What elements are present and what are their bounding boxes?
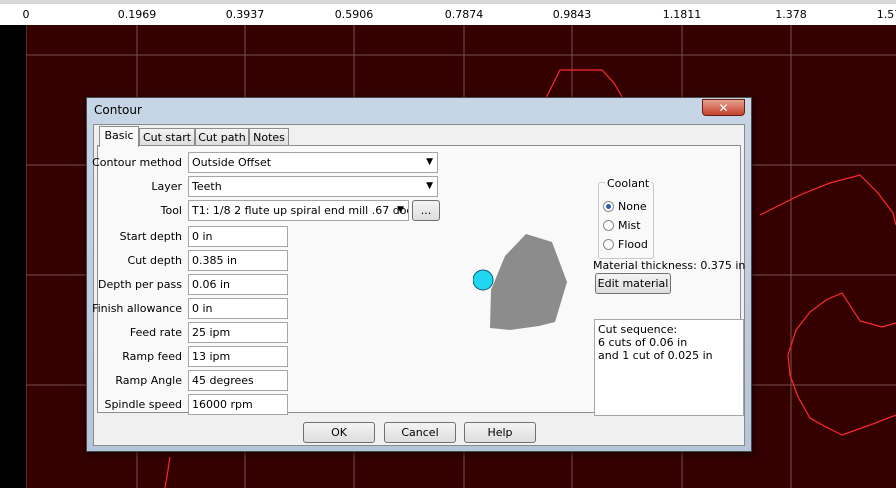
start-depth-label: Start depth xyxy=(119,230,182,243)
coolant-mist-label: Mist xyxy=(618,219,641,232)
chevron-down-icon: ▼ xyxy=(426,181,433,191)
coolant-group: Coolant None Mist Flood xyxy=(598,177,654,259)
cut-depth-input[interactable]: 0.385 in xyxy=(188,250,288,271)
radio-unselected-icon xyxy=(603,239,614,250)
ruler-tick: 0.1969 xyxy=(117,8,157,21)
ramp-angle-input[interactable]: 45 degrees xyxy=(188,370,288,391)
layer-value: Teeth xyxy=(192,180,222,193)
ruler-tick: 0.9843 xyxy=(552,8,592,21)
depth-per-pass-input[interactable]: 0.06 in xyxy=(188,274,288,295)
spindle-speed-label: Spindle speed xyxy=(104,398,182,411)
finish-allowance-label: Finish allowance xyxy=(92,302,182,315)
contour-method-label: Contour method xyxy=(92,156,182,169)
cut-sequence-line: and 1 cut of 0.025 in xyxy=(598,349,713,362)
ruler-top-strip xyxy=(0,0,896,4)
layer-label: Layer xyxy=(151,180,182,193)
tab-notes[interactable]: Notes xyxy=(249,128,289,146)
ruler-tick: 1.378 xyxy=(775,8,807,21)
tool-marker-icon xyxy=(473,269,494,291)
cancel-button[interactable]: Cancel xyxy=(384,422,456,443)
radio-unselected-icon xyxy=(603,220,614,231)
ramp-feed-label: Ramp feed xyxy=(122,350,182,363)
toolpath-preview xyxy=(473,234,567,330)
toolpath-bottom-left[interactable] xyxy=(164,456,171,488)
material-thickness-text: Material thickness: 0.375 in xyxy=(593,259,746,272)
tool-label: Tool xyxy=(160,204,182,217)
contour-method-value: Outside Offset xyxy=(192,156,272,169)
coolant-flood-radio[interactable]: Flood xyxy=(603,238,648,251)
finish-allowance-input[interactable]: 0 in xyxy=(188,298,288,319)
ok-button[interactable]: OK xyxy=(303,422,375,443)
ruler-tick: 0.3937 xyxy=(225,8,265,21)
ruler-tick: 1.1811 xyxy=(662,8,702,21)
dialog-titlebar[interactable]: Contour ✕ xyxy=(87,98,751,122)
start-depth-input[interactable]: 0 in xyxy=(188,226,288,247)
tool-select[interactable]: T1: 1/8 2 flute up spiral end mill .67 d… xyxy=(188,200,409,221)
chevron-down-icon: ▼ xyxy=(397,205,404,215)
feed-rate-input[interactable]: 25 ipm xyxy=(188,322,288,343)
ruler-tick: 1.57 xyxy=(876,8,896,21)
cut-depth-label: Cut depth xyxy=(127,254,182,267)
close-button[interactable]: ✕ xyxy=(702,99,745,116)
tab-basic[interactable]: Basic xyxy=(99,126,139,147)
ruler-tick: 0.7874 xyxy=(444,8,484,21)
toolpath-lower[interactable] xyxy=(787,292,896,436)
coolant-label: Coolant xyxy=(605,177,652,190)
tab-cut-path[interactable]: Cut path xyxy=(195,128,249,146)
spindle-speed-input[interactable]: 16000 rpm xyxy=(188,394,288,415)
layer-select[interactable]: Teeth ▼ xyxy=(188,176,438,197)
toolpath-right[interactable] xyxy=(759,174,896,226)
feed-rate-label: Feed rate xyxy=(129,326,182,339)
contour-dialog: Contour ✕ Basic Cut start Cut path Notes… xyxy=(86,97,752,452)
coolant-flood-label: Flood xyxy=(618,238,648,251)
ramp-feed-input[interactable]: 13 ipm xyxy=(188,346,288,367)
part-preview-shape xyxy=(490,234,567,330)
coolant-none-radio[interactable]: None xyxy=(603,200,647,213)
depth-per-pass-label: Depth per pass xyxy=(98,278,182,291)
tool-value: T1: 1/8 2 flute up spiral end mill .67 d… xyxy=(192,204,409,217)
ruler-tick: 0 xyxy=(22,8,30,21)
coolant-none-label: None xyxy=(618,200,647,213)
edit-material-button[interactable]: Edit material xyxy=(595,273,671,294)
tab-cut-start[interactable]: Cut start xyxy=(139,128,195,146)
dialog-body: Basic Cut start Cut path Notes Contour m… xyxy=(92,124,745,446)
tool-browse-button[interactable]: ... xyxy=(412,200,440,221)
coolant-mist-radio[interactable]: Mist xyxy=(603,219,641,232)
ramp-angle-label: Ramp Angle xyxy=(115,374,182,387)
help-button[interactable]: Help xyxy=(464,422,536,443)
chevron-down-icon: ▼ xyxy=(426,157,433,167)
horizontal-ruler: 0 0.1969 0.3937 0.5906 0.7874 0.9843 1.1… xyxy=(0,0,896,26)
cut-sequence-line: Cut sequence: xyxy=(598,323,678,336)
basic-tab-page: Contour method Outside Offset ▼ Layer Te… xyxy=(92,145,745,416)
close-icon: ✕ xyxy=(718,101,729,115)
contour-method-select[interactable]: Outside Offset ▼ xyxy=(188,152,438,173)
dialog-title: Contour xyxy=(94,103,142,117)
ruler-tick: 0.5906 xyxy=(334,8,374,21)
cut-sequence-line: 6 cuts of 0.06 in xyxy=(598,336,688,349)
cut-sequence-box: Cut sequence: 6 cuts of 0.06 in and 1 cu… xyxy=(594,319,744,416)
radio-selected-icon xyxy=(603,201,614,212)
left-panel-edge xyxy=(0,25,26,488)
